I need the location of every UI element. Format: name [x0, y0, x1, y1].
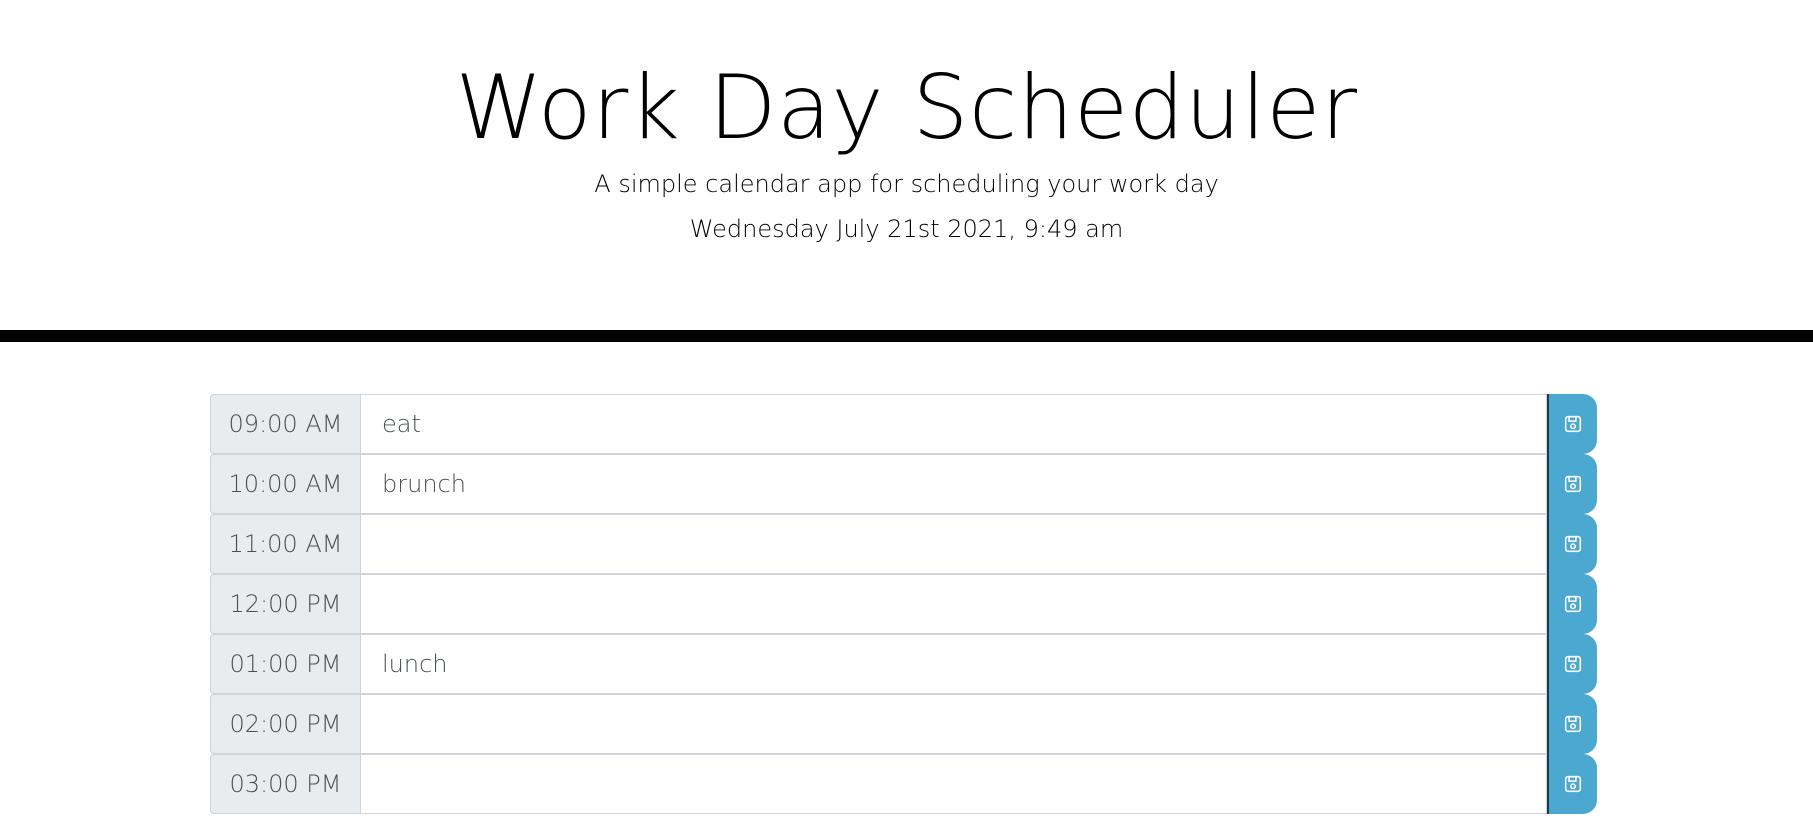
timeblock-row: 01:00 PM lunch [210, 634, 1597, 694]
current-day: Wednesday July 21st 2021, 9:49 am [689, 215, 1124, 243]
page-title: Work Day Scheduler [455, 56, 1358, 159]
hour-label: 10:00 AM [210, 454, 360, 514]
save-button[interactable] [1547, 514, 1597, 574]
timeblock-row: 09:00 AM eat [210, 394, 1597, 454]
hour-label: 12:00 PM [210, 574, 360, 634]
description-textarea[interactable] [360, 514, 1547, 574]
description-textarea[interactable]: brunch [360, 454, 1547, 514]
save-button[interactable] [1547, 754, 1597, 814]
floppy-disk-icon [1564, 595, 1582, 613]
timeblock-row: 03:00 PM [210, 754, 1597, 814]
hour-label: 02:00 PM [210, 694, 360, 754]
description-textarea[interactable]: lunch [360, 634, 1547, 694]
description-textarea[interactable] [360, 754, 1547, 814]
save-button[interactable] [1547, 394, 1597, 454]
floppy-disk-icon [1564, 535, 1582, 553]
floppy-disk-icon [1564, 475, 1582, 493]
timeblock-row: 02:00 PM [210, 694, 1597, 754]
description-textarea[interactable]: eat [360, 394, 1547, 454]
save-button[interactable] [1547, 454, 1597, 514]
description-textarea[interactable] [360, 574, 1547, 634]
timeblock-row: 12:00 PM [210, 574, 1597, 634]
floppy-disk-icon [1564, 715, 1582, 733]
header-jumbotron: Work Day Scheduler A simple calendar app… [0, 0, 1813, 342]
timeblock-list: 09:00 AM eat 10:00 AM brunch 11:00 AM 12… [210, 394, 1597, 814]
timeblock-row: 11:00 AM [210, 514, 1597, 574]
hour-label: 03:00 PM [210, 754, 360, 814]
hour-label: 01:00 PM [210, 634, 360, 694]
floppy-disk-icon [1564, 655, 1582, 673]
page-subtitle: A simple calendar app for scheduling you… [594, 170, 1219, 198]
hour-label: 11:00 AM [210, 514, 360, 574]
timeblock-row: 10:00 AM brunch [210, 454, 1597, 514]
description-textarea[interactable] [360, 694, 1547, 754]
save-button[interactable] [1547, 634, 1597, 694]
floppy-disk-icon [1564, 415, 1582, 433]
save-button[interactable] [1547, 574, 1597, 634]
save-button[interactable] [1547, 694, 1597, 754]
floppy-disk-icon [1564, 775, 1582, 793]
hour-label: 09:00 AM [210, 394, 360, 454]
